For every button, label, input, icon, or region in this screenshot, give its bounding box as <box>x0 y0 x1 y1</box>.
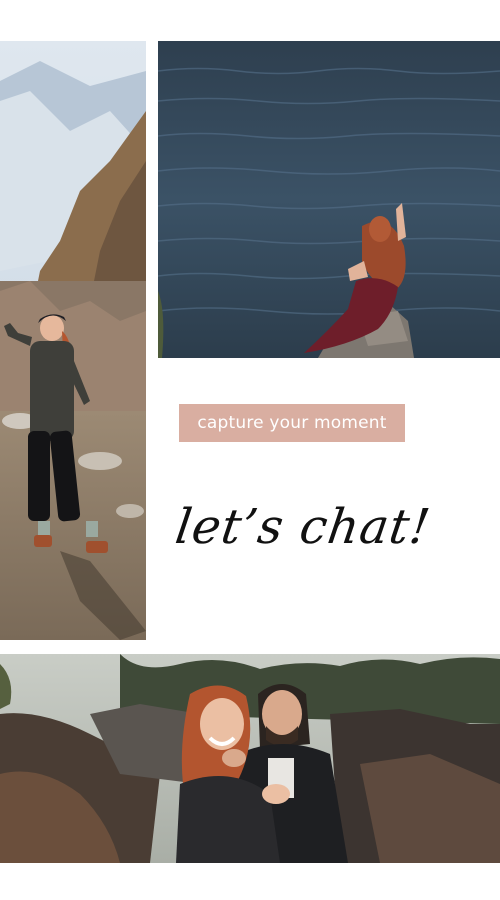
sea-image <box>158 41 500 358</box>
photo-hiker-trail <box>0 41 146 640</box>
headline-script: let’s chat! <box>172 499 435 555</box>
tagline-badge: capture your moment <box>179 404 405 442</box>
photo-couple-embrace <box>0 654 500 863</box>
couple-image <box>0 654 500 863</box>
photo-woman-by-sea <box>158 41 500 358</box>
hiker-image <box>0 41 146 640</box>
